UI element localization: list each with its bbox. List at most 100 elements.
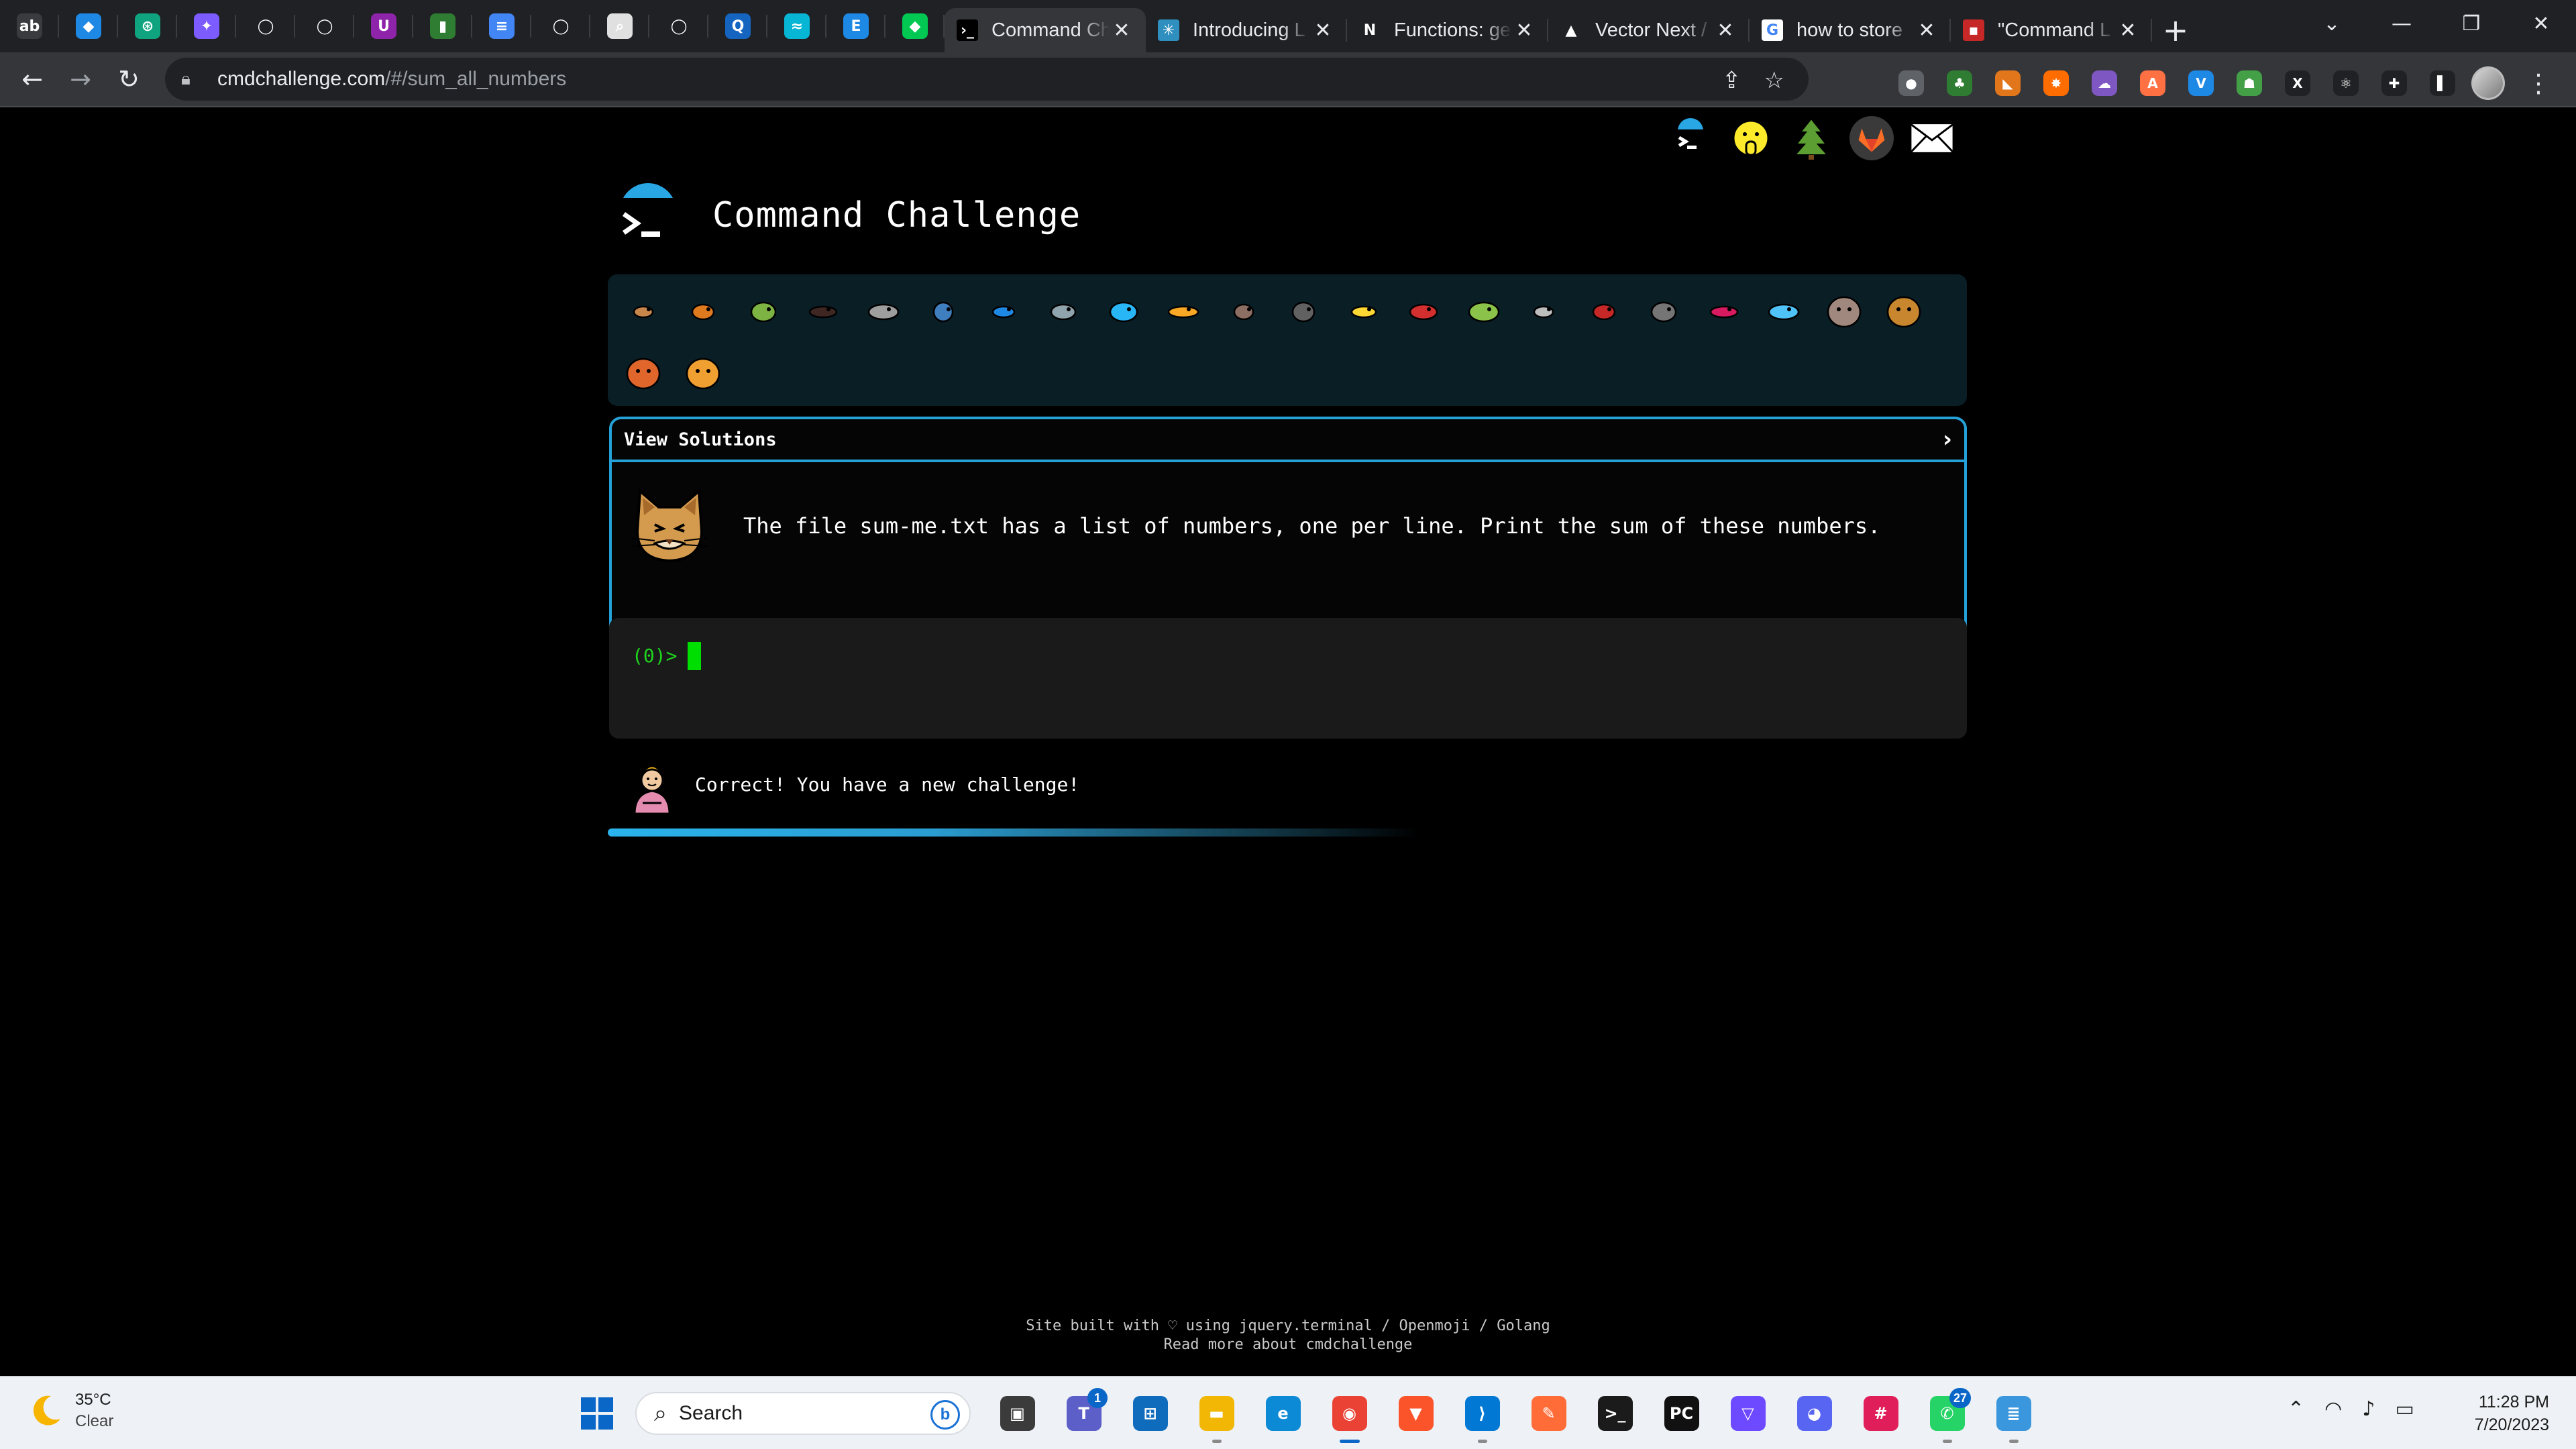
start-button[interactable] [564, 1387, 630, 1440]
animal-link[interactable] [1274, 278, 1334, 340]
view-solutions-toggle[interactable]: View Solutions › [612, 419, 1964, 462]
reload-icon[interactable]: ↻ [105, 55, 153, 103]
animal-link[interactable] [1034, 278, 1094, 340]
new-tab-button[interactable]: + [2152, 8, 2199, 52]
terminal-cursor[interactable] [688, 642, 702, 670]
animal-link[interactable] [1454, 278, 1514, 340]
pinned-tab[interactable]: ◯ [295, 0, 354, 52]
gitlab-icon[interactable] [1849, 112, 1894, 164]
pinned-tab[interactable]: Q [708, 0, 767, 52]
animal-link[interactable] [1874, 278, 1935, 340]
animal-link[interactable] [1093, 278, 1154, 340]
pinned-tab[interactable]: U [354, 0, 413, 52]
taskbar-app[interactable]: ▽ [1715, 1387, 1781, 1440]
animal-link[interactable] [973, 278, 1034, 340]
profile-avatar[interactable] [2471, 66, 2505, 100]
taskbar-app[interactable]: ⊞ [1117, 1387, 1183, 1440]
animal-link[interactable] [674, 278, 734, 340]
pinned-tab[interactable]: ⌕ [590, 0, 649, 52]
pinned-tab[interactable]: ab [0, 0, 59, 52]
pinned-tab[interactable]: ◆ [59, 0, 118, 52]
back-icon[interactable]: ← [8, 55, 56, 103]
taskbar-app[interactable]: ✆ 27 [1914, 1387, 1980, 1443]
taskbar-app[interactable]: ▣ [984, 1387, 1051, 1440]
pinned-tab[interactable]: ✦ [177, 0, 236, 52]
share-icon[interactable]: ⇪ [1722, 67, 1741, 94]
animal-link[interactable] [1214, 278, 1274, 340]
tab-search-icon[interactable]: ⌄ [2297, 0, 2367, 47]
browser-tab[interactable]: ▪ "Command L ✕ [1951, 8, 2152, 52]
extension-button[interactable]: ✚ [2375, 63, 2414, 103]
taskbar-search[interactable]: ⌕ Search b [635, 1392, 971, 1435]
browser-tab[interactable]: Ghow to store ✕ [1750, 8, 1951, 52]
browser-tab[interactable]: ✳ Introducing L ✕ [1146, 8, 1347, 52]
tab-title[interactable]: Introducing L [1193, 19, 1311, 42]
animal-link[interactable] [1334, 278, 1394, 340]
weather-widget[interactable]: 35°C Clear [27, 1389, 113, 1432]
site-logo[interactable] [608, 183, 680, 248]
cmdchallenge-icon[interactable] [1668, 112, 1713, 164]
close-tab-icon[interactable]: ✕ [1512, 18, 1536, 42]
extension-button[interactable]: ● [1892, 63, 1931, 103]
pinned-tab[interactable]: ≈ [767, 0, 826, 52]
taskbar-app[interactable]: ⟩ [1449, 1387, 1515, 1443]
animal-link[interactable] [1754, 278, 1815, 340]
taskbar-app[interactable]: e [1250, 1387, 1316, 1440]
view-solutions-label[interactable]: View Solutions [624, 429, 777, 450]
close-window-icon[interactable]: ✕ [2506, 0, 2576, 47]
bing-icon[interactable]: b [930, 1400, 960, 1430]
footer-about-link[interactable]: Read more about cmdchallenge [0, 1336, 2576, 1354]
animal-link[interactable] [1394, 278, 1454, 340]
address-bar[interactable]: 🔒︎ cmdchallenge.com/#/sum_all_numbers ⇪ … [165, 58, 1809, 101]
wifi-icon[interactable]: ◠ [2324, 1397, 2342, 1421]
pinned-tab[interactable]: ▮ [413, 0, 472, 52]
battery-icon[interactable]: ▭ [2395, 1397, 2414, 1421]
animal-link[interactable] [1574, 278, 1634, 340]
animal-link[interactable] [674, 340, 734, 402]
tab-title[interactable]: Functions: ge [1394, 19, 1512, 42]
extension-button[interactable]: ☗ [2230, 63, 2269, 103]
animal-link[interactable] [1694, 278, 1754, 340]
animal-link[interactable] [1514, 278, 1574, 340]
taskbar-app[interactable]: # [1847, 1387, 1914, 1440]
browser-tab[interactable]: ▲ Vector Next / ✕ [1548, 8, 1750, 52]
animal-link[interactable] [613, 340, 674, 402]
taskbar-app[interactable]: >_ [1582, 1387, 1648, 1440]
taskbar-app[interactable]: ▼ [1383, 1387, 1449, 1440]
extension-button[interactable]: ✸ [2037, 63, 2076, 103]
extension-button[interactable]: ⚛ [2326, 63, 2365, 103]
browser-tab[interactable]: ›_ Command Ch ✕ [945, 8, 1146, 52]
more-menu-icon[interactable]: ⋮ [2514, 59, 2563, 107]
animal-link[interactable] [853, 278, 914, 340]
chevron-right-icon[interactable]: › [1943, 426, 1952, 453]
animal-link[interactable] [794, 278, 854, 340]
extension-button[interactable]: ◣ [1988, 63, 2027, 103]
pinned-tab[interactable]: E [826, 0, 885, 52]
close-tab-icon[interactable]: ✕ [1915, 18, 1939, 42]
extension-button[interactable]: V [2182, 63, 2220, 103]
extension-button[interactable]: X [2278, 63, 2317, 103]
bookmark-star-icon[interactable]: ☆ [1764, 67, 1784, 94]
pinned-tab[interactable]: ◆ [885, 0, 945, 52]
extension-button[interactable]: A [2133, 63, 2172, 103]
volume-icon[interactable]: ♪ [2362, 1397, 2375, 1421]
tab-title[interactable]: Vector Next / [1595, 19, 1713, 42]
clock[interactable]: 11:28 PM 7/20/2023 [2475, 1391, 2549, 1436]
extension-button[interactable]: ♣ [1940, 63, 1979, 103]
mail-icon[interactable] [1909, 112, 1955, 164]
tab-title[interactable]: Command Ch [991, 19, 1110, 42]
tab-title[interactable]: "Command L [1998, 19, 2116, 42]
animal-link[interactable] [613, 278, 674, 340]
taskbar-app[interactable]: ▬ [1183, 1387, 1250, 1443]
url-text[interactable]: cmdchallenge.com/#/sum_all_numbers [217, 68, 566, 91]
extension-button[interactable]: ▌ [2423, 63, 2462, 103]
taskbar-app[interactable]: ◉ [1316, 1387, 1383, 1443]
animal-link[interactable] [1634, 278, 1695, 340]
lock-icon[interactable]: 🔒︎ [181, 69, 208, 90]
whispering-face-icon[interactable] [1728, 112, 1774, 164]
browser-tab[interactable]: N Functions: ge ✕ [1347, 8, 1548, 52]
taskbar-app[interactable]: ≣ [1980, 1387, 2047, 1443]
restore-icon[interactable]: ❐ [2436, 0, 2506, 47]
animal-link[interactable] [1154, 278, 1214, 340]
taskbar-app[interactable]: T1 [1051, 1387, 1117, 1440]
